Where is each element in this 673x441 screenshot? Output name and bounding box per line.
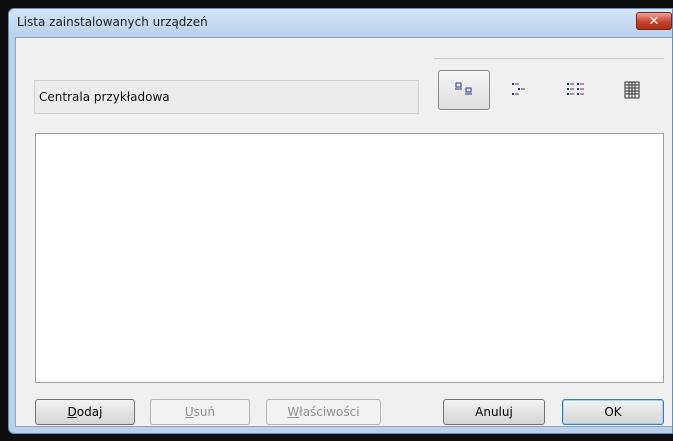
large-icons-icon — [455, 82, 472, 95]
device-name-field: Centrala przykładowa — [34, 80, 419, 114]
add-button[interactable]: Dodaj — [35, 399, 135, 425]
view-large-icons-button[interactable] — [438, 70, 490, 110]
dialog-client-area: Centrala przykładowa D odaj U suń W łaśc… — [15, 37, 672, 427]
close-icon: ✕ — [648, 13, 660, 29]
device-list[interactable] — [35, 133, 664, 383]
view-group-divider — [434, 58, 664, 59]
add-button-mnemonic: D — [67, 405, 77, 419]
properties-button-mnemonic: W — [287, 405, 300, 419]
cancel-button[interactable]: Anuluj — [443, 399, 545, 425]
close-button[interactable]: ✕ — [636, 12, 672, 30]
list-view-icon — [567, 83, 584, 95]
dialog-window: Lista zainstalowanych urządzeń ✕ Central… — [8, 8, 673, 434]
ok-button[interactable]: OK — [562, 399, 664, 425]
title-bar[interactable]: Lista zainstalowanych urządzeń ✕ — [9, 9, 672, 37]
view-small-icons-button[interactable] — [494, 70, 546, 110]
properties-button[interactable]: Właściwości — [266, 399, 381, 425]
remove-button-mnemonic: U — [184, 405, 194, 419]
details-view-icon — [624, 81, 640, 99]
window-title: Lista zainstalowanych urządzeń — [17, 15, 208, 29]
remove-button[interactable]: Usuń — [150, 399, 250, 425]
properties-button-label: łaściwości — [299, 405, 360, 419]
add-button-label: odaj — [76, 405, 103, 419]
view-details-button[interactable] — [606, 70, 658, 110]
small-icons-icon — [512, 83, 525, 95]
remove-button-label: suń — [193, 405, 216, 419]
view-list-button[interactable] — [550, 70, 602, 110]
